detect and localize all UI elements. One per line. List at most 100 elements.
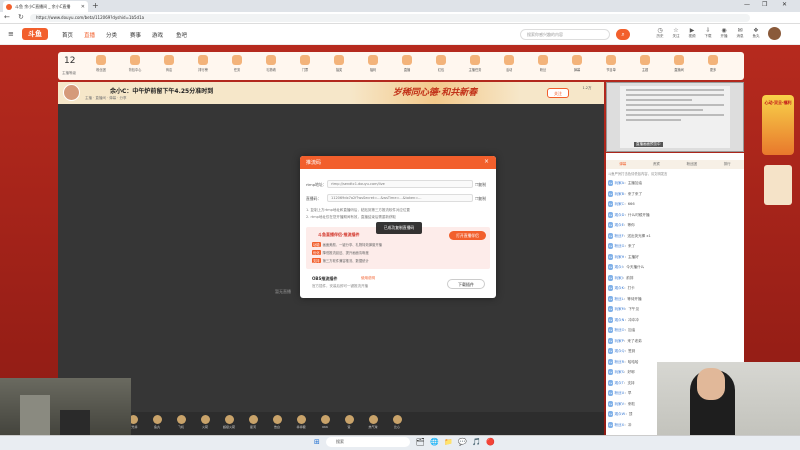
gift-item[interactable]: 告白 xyxy=(266,415,288,429)
chat-user[interactable]: 玩家V xyxy=(614,402,624,406)
gift-item[interactable]: 超级火箭 xyxy=(218,415,240,429)
toolbar-item[interactable]: 粉丝 xyxy=(532,55,554,72)
toolbar-item[interactable]: 排行榜 xyxy=(192,55,214,72)
toolbar-item[interactable]: 背包中心 xyxy=(124,55,146,72)
toolbar-item[interactable]: 主播任务 xyxy=(464,55,486,72)
copy-key-button[interactable]: ❐复制 xyxy=(475,196,486,202)
chat-user[interactable]: 玩家H xyxy=(614,255,624,259)
video-icon[interactable]: ▶ 视频 xyxy=(684,27,700,39)
tab-vip[interactable]: 贵宾 xyxy=(653,160,660,169)
chat-user[interactable]: 粉丝G xyxy=(614,244,624,248)
chat-user[interactable]: 观众K xyxy=(614,286,624,290)
chat-user[interactable]: 观众Q xyxy=(614,349,624,353)
browser-tab[interactable]: 斗鱼 余小C直播间 _ 余小C直播 ✕ xyxy=(3,1,88,12)
mail-icon[interactable]: ✉ 消息 xyxy=(732,27,748,39)
streamer-avatar[interactable] xyxy=(63,84,80,101)
chat-user[interactable]: 观众D xyxy=(614,213,624,217)
search-input[interactable]: 搜索你感兴趣的内容 xyxy=(520,29,610,40)
gift-item[interactable]: 飞机 xyxy=(170,415,192,429)
taskbar-search[interactable]: 搜索 xyxy=(326,437,410,447)
nav-games[interactable]: 游戏 xyxy=(152,31,163,39)
nav-category[interactable]: 分类 xyxy=(106,31,117,39)
user-avatar[interactable] xyxy=(768,27,781,40)
toolbar-item[interactable]: 抽奖 xyxy=(328,55,350,72)
toolbar-item[interactable]: 福利 xyxy=(362,55,384,72)
toolbar-item[interactable]: 直播间 xyxy=(668,55,690,72)
tab-fans[interactable]: 粉丝团 xyxy=(687,160,698,169)
nav-home[interactable]: 首页 xyxy=(62,31,73,39)
url-field[interactable]: https://www.douyu.com/beta/112069?dyshid… xyxy=(30,14,750,22)
toolbar-item[interactable]: 更多 xyxy=(702,55,724,72)
gift-icon[interactable]: ❖ 鱼丸 xyxy=(748,27,764,39)
taskbar-app-icon[interactable]: 🔴 xyxy=(486,438,495,446)
chat-user[interactable]: 观众I xyxy=(614,265,622,269)
chat-user[interactable]: 粉丝F xyxy=(614,234,623,238)
toolbar-item[interactable]: 直播 xyxy=(396,55,418,72)
toolbar-item[interactable]: 节目单 xyxy=(600,55,622,72)
toolbar-item[interactable]: 任务 xyxy=(226,55,248,72)
chat-user[interactable]: 观众W xyxy=(614,412,625,416)
download-plugin-button[interactable]: 下载插件 xyxy=(447,279,485,289)
chat-user[interactable]: 粉丝X xyxy=(614,423,624,427)
gift-item[interactable]: 比心 xyxy=(386,415,408,429)
douyu-logo[interactable]: 斗鱼 xyxy=(22,28,48,40)
toolbar-item[interactable]: 活动 xyxy=(498,55,520,72)
download-icon[interactable]: ⇩ 下载 xyxy=(700,27,716,39)
menu-icon[interactable]: ≡ xyxy=(8,30,14,38)
chat-user[interactable]: 玩家S xyxy=(614,370,623,374)
nav-live[interactable]: 直播 xyxy=(84,31,95,39)
taskbar-app-icon[interactable]: 🗂 xyxy=(416,438,425,446)
chat-user[interactable]: 玩家C xyxy=(614,202,624,206)
refresh-icon[interactable]: ↻ xyxy=(18,13,24,21)
minimize-button[interactable]: — xyxy=(744,1,750,8)
obs-help-link[interactable]: 使用说明 xyxy=(361,276,375,281)
tab-rank[interactable]: 排行 xyxy=(724,160,731,169)
stream-key-field[interactable]: 112069dx7a2f?wsSecret=...&wsTime=...&tok… xyxy=(327,194,473,202)
taskbar-app-icon[interactable]: 📁 xyxy=(444,438,453,446)
follow-button[interactable]: 关注 xyxy=(547,88,569,98)
gift-item[interactable]: 热气球 xyxy=(362,415,384,429)
tab-danmu[interactable]: 弹幕 xyxy=(619,160,626,169)
toolbar-item[interactable]: 粉丝团 xyxy=(90,55,112,72)
toolbar-item[interactable]: 红包 xyxy=(430,55,452,72)
copy-rtmp-button[interactable]: ❐复制 xyxy=(475,182,486,188)
toolbar-item[interactable]: 主题 xyxy=(634,55,656,72)
history-icon[interactable]: ◷ 历史 xyxy=(652,27,668,39)
gift-item[interactable]: 火箭 xyxy=(194,415,216,429)
search-icon[interactable]: ⌕ xyxy=(616,29,630,40)
gift-item[interactable]: 星河 xyxy=(242,415,264,429)
chat-user[interactable]: 玩家J xyxy=(614,276,622,280)
promo-card[interactable] xyxy=(764,165,792,205)
gift-item[interactable]: 棒棒糖 xyxy=(290,415,312,429)
toolbar-item[interactable]: 门票 xyxy=(294,55,316,72)
toolbar-item[interactable]: 弹幕 xyxy=(566,55,588,72)
chat-user[interactable]: 观众N xyxy=(614,318,624,322)
chat-user[interactable]: 粉丝L xyxy=(614,297,623,301)
windows-start-icon[interactable]: ⊞ xyxy=(314,438,320,446)
gift-item[interactable]: 赞 xyxy=(338,415,360,429)
rtmp-field[interactable]: rtmp://sendtc1.douyu.com/live xyxy=(327,180,473,188)
chat-user[interactable]: 观众E xyxy=(614,223,623,227)
nav-yuba[interactable]: 鱼吧 xyxy=(176,31,187,39)
chat-user[interactable]: 粉丝U xyxy=(614,391,624,395)
chat-user[interactable]: 玩家A xyxy=(614,181,624,185)
chat-user[interactable]: 玩家M xyxy=(614,307,624,311)
chat-user[interactable]: 观众T xyxy=(614,381,623,385)
gift-item[interactable]: 鱼丸 xyxy=(146,415,168,429)
chat-user[interactable]: 粉丝O xyxy=(614,328,624,332)
close-icon[interactable]: × xyxy=(484,158,489,165)
nav-events[interactable]: 赛事 xyxy=(130,31,141,39)
chat-user[interactable]: 粉丝R xyxy=(614,360,624,364)
chat-user[interactable]: 玩家P xyxy=(614,339,623,343)
taskbar-app-icon[interactable]: 💬 xyxy=(458,438,467,446)
chat-user[interactable]: 玩家B xyxy=(614,192,624,196)
star-icon[interactable]: ☆ 关注 xyxy=(668,27,684,39)
close-tab-icon[interactable]: ✕ xyxy=(81,4,85,10)
taskbar-app-icon[interactable]: 🎵 xyxy=(472,438,481,446)
toolbar-item[interactable]: 商店 xyxy=(158,55,180,72)
close-window-button[interactable]: ✕ xyxy=(782,1,787,8)
back-icon[interactable]: ← xyxy=(4,13,10,21)
taskbar-app-icon[interactable]: 🌐 xyxy=(430,438,439,446)
toolbar-item[interactable]: 礼物墙 xyxy=(260,55,282,72)
maximize-button[interactable]: ❐ xyxy=(762,1,767,8)
